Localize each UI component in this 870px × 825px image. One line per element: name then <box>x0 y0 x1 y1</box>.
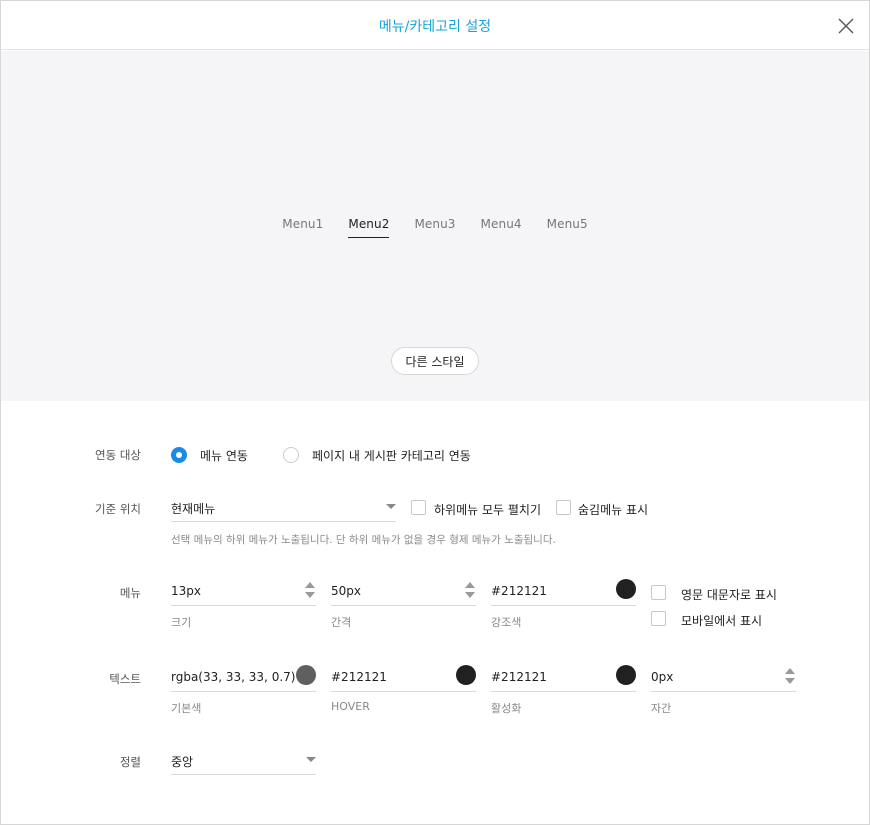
dialog-header: 메뉴/카테고리 설정 <box>1 1 869 50</box>
stepper-icon[interactable] <box>784 667 796 687</box>
text-hover-color-value: #212121 <box>331 670 387 684</box>
menu-gap-field[interactable]: 50px <box>331 580 476 606</box>
color-swatch[interactable] <box>296 665 316 685</box>
radio-board-category-link-label: 페이지 내 게시판 카테고리 연동 <box>312 449 471 463</box>
menu-accent-color-field[interactable]: #212121 <box>491 579 636 606</box>
menu-accent-color-value: #212121 <box>491 584 547 598</box>
align-value: 중앙 <box>171 755 194 769</box>
base-position-hint: 선택 메뉴의 하위 메뉴가 노출됩니다. 단 하위 메뉴가 없을 경우 형제 메… <box>171 534 556 546</box>
preview-menu-item[interactable]: Menu5 <box>547 217 588 238</box>
menu-size-field[interactable]: 13px <box>171 580 316 606</box>
text-hover-color-field[interactable]: #212121 <box>331 665 476 692</box>
color-swatch[interactable] <box>616 579 636 599</box>
text-base-color-field[interactable]: rgba(33, 33, 33, 0.7) <box>171 665 316 692</box>
checkbox-show-hidden-menu[interactable] <box>556 500 571 515</box>
radio-menu-link-label: 메뉴 연동 <box>200 449 248 463</box>
text-letter-spacing-label: 자간 <box>651 702 672 715</box>
align-row-label: 정렬 <box>119 755 141 769</box>
checkbox-expand-submenus-label: 하위메뉴 모두 펼치기 <box>434 503 541 517</box>
link-target-label: 연동 대상 <box>95 448 141 462</box>
color-swatch[interactable] <box>616 665 636 685</box>
preview-menu-item[interactable]: Menu1 <box>282 217 323 238</box>
menu-preview: Menu1 Menu2 Menu3 Menu4 Menu5 다른 스타일 <box>1 51 869 401</box>
text-base-color-value: rgba(33, 33, 33, 0.7) <box>171 670 296 684</box>
text-letter-spacing-value: 0px <box>651 670 674 684</box>
text-letter-spacing-field[interactable]: 0px <box>651 666 796 692</box>
text-active-color-label: 활성화 <box>491 702 522 715</box>
close-icon[interactable] <box>837 17 855 35</box>
radio-menu-link[interactable] <box>171 447 187 463</box>
checkbox-expand-submenus[interactable] <box>411 500 426 515</box>
menu-gap-label: 간격 <box>331 616 352 629</box>
color-swatch[interactable] <box>456 665 476 685</box>
preview-menu-item[interactable]: Menu4 <box>481 217 522 238</box>
preview-menu-item-active[interactable]: Menu2 <box>348 217 390 238</box>
checkbox-show-on-mobile-label: 모바일에서 표시 <box>681 614 763 628</box>
menu-category-settings-dialog: 메뉴/카테고리 설정 Menu1 Menu2 Menu3 Menu4 Menu5… <box>0 0 870 825</box>
stepper-icon[interactable] <box>464 581 476 601</box>
text-row-label: 텍스트 <box>109 672 141 686</box>
text-active-color-value: #212121 <box>491 670 547 684</box>
text-base-color-label: 기본색 <box>171 702 202 715</box>
preview-menu-bar: Menu1 Menu2 Menu3 Menu4 Menu5 <box>1 217 869 238</box>
chevron-down-icon[interactable] <box>306 757 316 762</box>
radio-board-category-link[interactable] <box>283 447 299 463</box>
other-style-button[interactable]: 다른 스타일 <box>391 347 479 375</box>
base-position-label: 기준 위치 <box>95 502 141 516</box>
checkbox-show-on-mobile[interactable] <box>651 611 666 626</box>
text-active-color-field[interactable]: #212121 <box>491 665 636 692</box>
checkbox-uppercase-label: 영문 대문자로 표시 <box>681 588 777 602</box>
base-position-select[interactable]: 현재메뉴 <box>171 496 396 522</box>
align-select[interactable]: 중앙 <box>171 749 316 775</box>
menu-size-value: 13px <box>171 584 201 598</box>
chevron-down-icon[interactable] <box>386 504 396 509</box>
text-hover-color-label: HOVER <box>331 700 370 713</box>
base-position-value: 현재메뉴 <box>171 502 216 516</box>
checkbox-show-hidden-menu-label: 숨김메뉴 표시 <box>578 503 649 517</box>
settings-panel: 연동 대상 메뉴 연동 페이지 내 게시판 카테고리 연동 기준 위치 현재메뉴… <box>1 401 869 824</box>
menu-row-label: 메뉴 <box>119 586 141 600</box>
menu-accent-color-label: 강조색 <box>491 616 522 629</box>
menu-size-label: 크기 <box>171 616 192 629</box>
stepper-icon[interactable] <box>304 581 316 601</box>
preview-menu-item[interactable]: Menu3 <box>414 217 455 238</box>
menu-gap-value: 50px <box>331 584 361 598</box>
checkbox-uppercase[interactable] <box>651 585 666 600</box>
dialog-title: 메뉴/카테고리 설정 <box>378 19 492 35</box>
